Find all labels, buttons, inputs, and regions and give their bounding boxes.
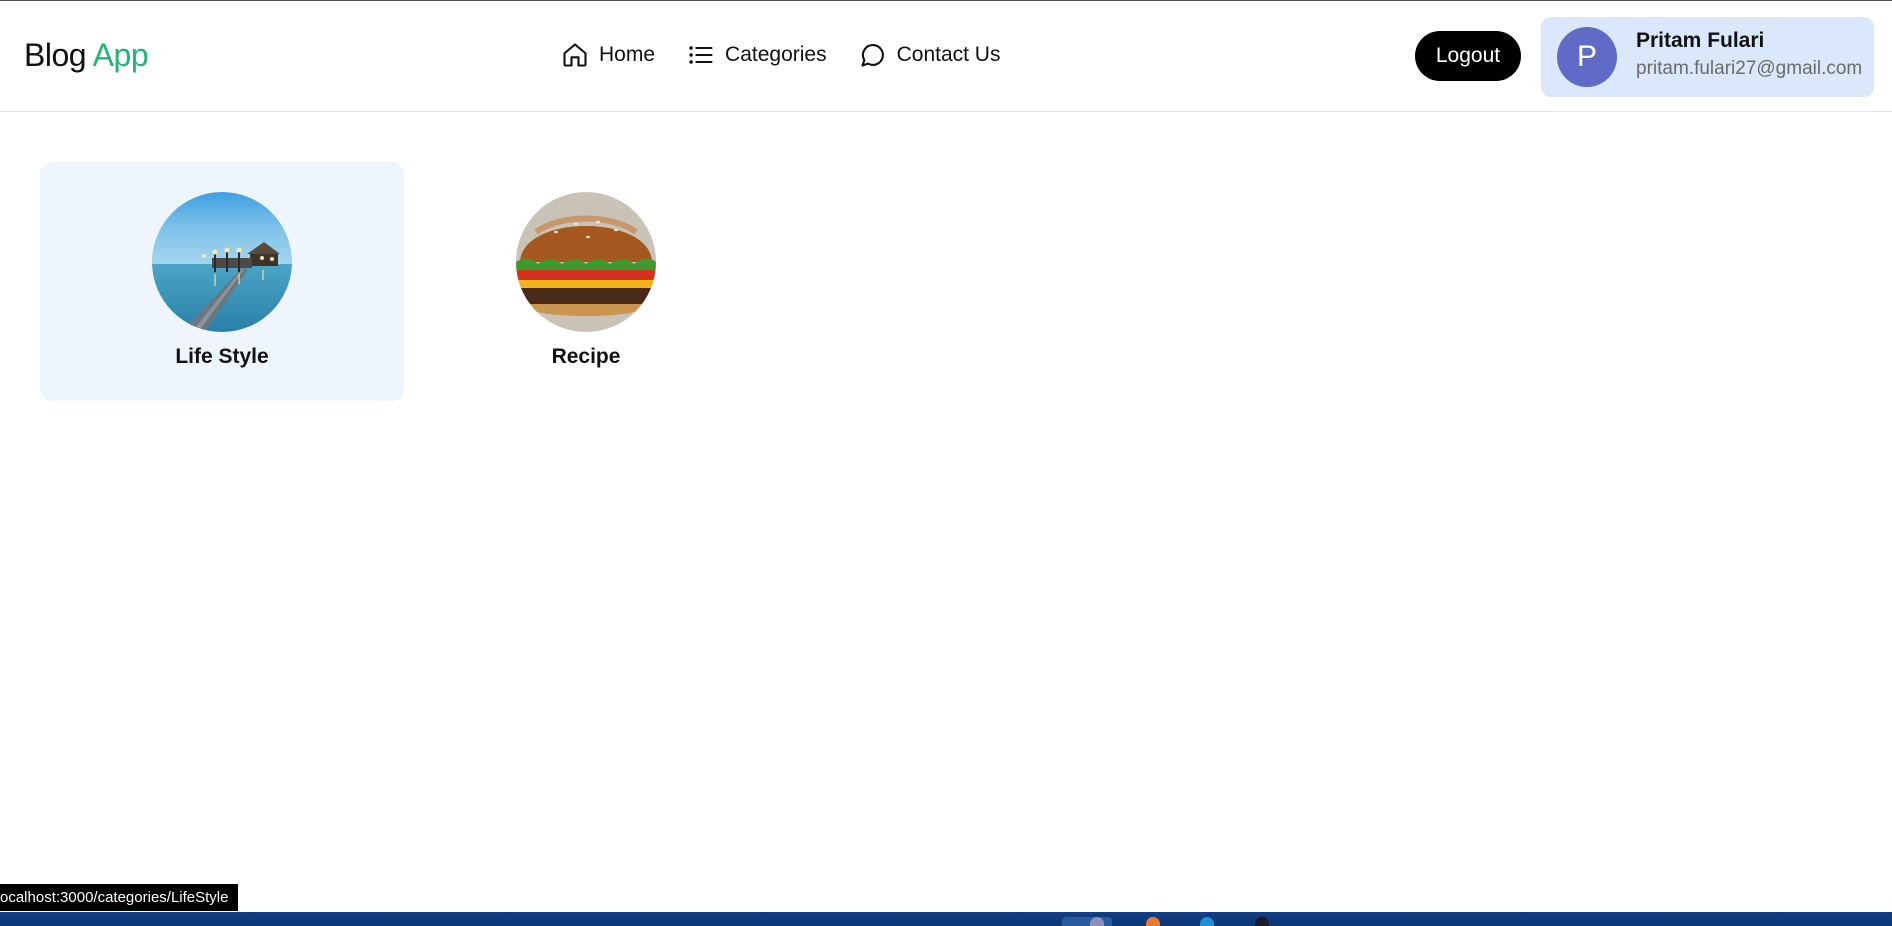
avatar: P bbox=[1557, 27, 1617, 87]
chat-bubble-icon bbox=[859, 41, 887, 69]
top-navbar: Blog App Home Categories Contact Us Logo… bbox=[0, 1, 1892, 112]
category-label: Recipe bbox=[551, 345, 621, 368]
list-icon bbox=[687, 41, 715, 69]
logout-button[interactable]: Logout bbox=[1415, 31, 1521, 81]
taskbar-app-icon[interactable] bbox=[1255, 917, 1269, 926]
os-taskbar bbox=[0, 912, 1892, 926]
taskbar-app-icon[interactable] bbox=[1146, 917, 1160, 926]
user-profile-card[interactable]: P Pritam Fulari pritam.fulari27@gmail.co… bbox=[1541, 17, 1874, 97]
logo-app-text: App bbox=[92, 37, 149, 73]
category-card-recipe[interactable]: Recipe bbox=[404, 162, 768, 401]
nav-item-home[interactable]: Home bbox=[561, 41, 655, 69]
taskbar-app-icon[interactable] bbox=[1090, 917, 1104, 926]
status-bar-url: ocalhost:3000/categories/LifeStyle bbox=[0, 884, 239, 911]
recipe-image bbox=[516, 192, 656, 332]
category-card-lifestyle[interactable]: Life Style bbox=[40, 162, 404, 401]
nav-item-categories[interactable]: Categories bbox=[687, 41, 827, 69]
lifestyle-image bbox=[152, 192, 292, 332]
nav-home-label: Home bbox=[599, 43, 656, 66]
nav-categories-label: Categories bbox=[725, 43, 827, 66]
taskbar-app-icon[interactable] bbox=[1200, 917, 1214, 926]
home-icon bbox=[561, 41, 589, 69]
user-name: Pritam Fulari bbox=[1636, 29, 1765, 52]
nav-item-contact[interactable]: Contact Us bbox=[859, 41, 1001, 69]
nav-contact-label: Contact Us bbox=[896, 43, 1001, 66]
main-nav: Home Categories Contact Us bbox=[561, 41, 1032, 69]
category-label: Life Style bbox=[175, 345, 269, 368]
app-logo[interactable]: Blog App bbox=[24, 37, 149, 74]
user-email: pritam.fulari27@gmail.com bbox=[1636, 58, 1863, 79]
taskbar-active-app-icon[interactable] bbox=[1062, 917, 1112, 926]
logo-blog-text: Blog bbox=[24, 37, 87, 73]
